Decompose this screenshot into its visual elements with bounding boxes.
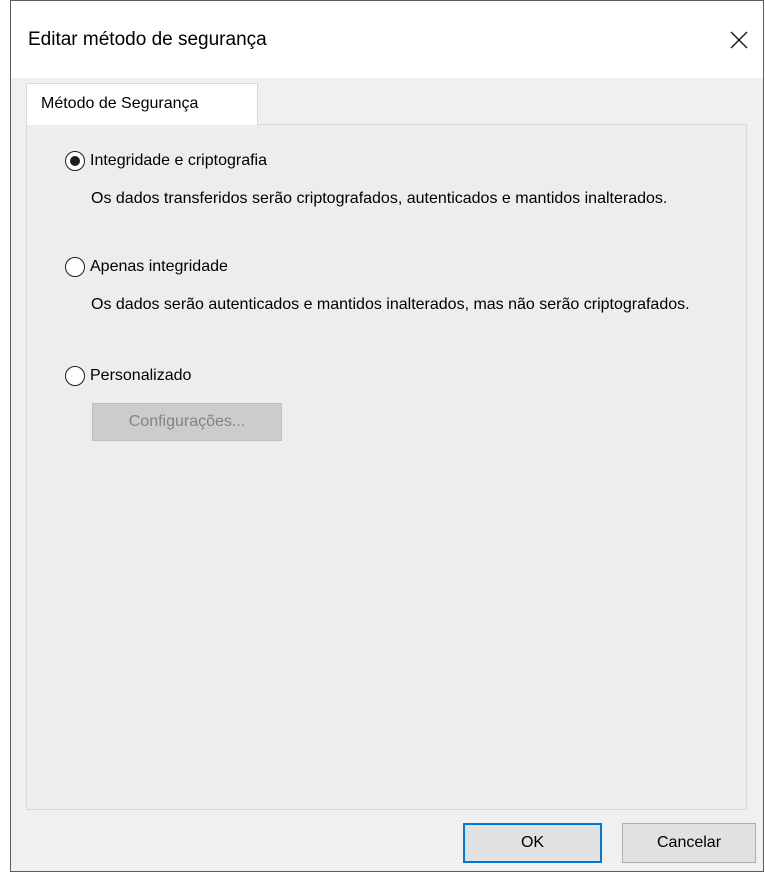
ok-button[interactable]: OK [463, 823, 602, 863]
cancel-button[interactable]: Cancelar [622, 823, 756, 863]
dialog-title: Editar método de segurança [28, 29, 267, 50]
radio-button-unchecked[interactable] [65, 366, 85, 386]
radio-label: Apenas integridade [90, 258, 228, 275]
radio-apenas-integridade[interactable]: Apenas integridade [65, 256, 228, 278]
radio-label: Integridade e criptografia [90, 152, 267, 169]
radio-integridade-e-criptografia[interactable]: Integridade e criptografia [65, 150, 267, 172]
option-description: Os dados serão autenticados e mantidos i… [91, 296, 690, 313]
dialog-window: Editar método de segurança Método de Seg… [10, 0, 764, 872]
radio-personalizado[interactable]: Personalizado [65, 365, 191, 387]
close-button[interactable] [715, 15, 763, 65]
close-icon [730, 31, 748, 49]
tab-panel: Integridade e criptografia Os dados tran… [26, 124, 747, 810]
title-bar: Editar método de segurança [11, 1, 763, 78]
radio-label: Personalizado [90, 367, 192, 384]
settings-button[interactable]: Configurações... [92, 403, 282, 441]
tab-label: Método de Segurança [41, 95, 199, 112]
radio-button-checked[interactable] [65, 151, 85, 171]
tab-metodo-de-seguranca[interactable]: Método de Segurança [26, 83, 258, 125]
option-description: Os dados transferidos serão criptografad… [91, 190, 668, 207]
radio-selected-dot [70, 156, 80, 166]
radio-button-unchecked[interactable] [65, 257, 85, 277]
